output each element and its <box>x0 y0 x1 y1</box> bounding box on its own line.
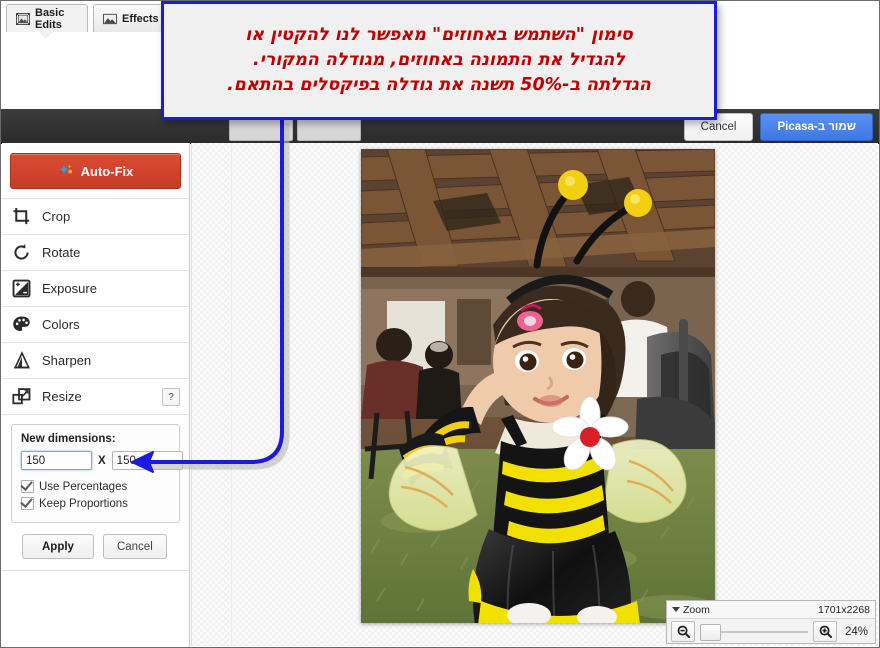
crop-icon <box>13 207 30 225</box>
image-frame-icon <box>16 12 30 25</box>
magnifier-plus-icon <box>819 625 832 638</box>
zoom-out-button[interactable] <box>671 621 695 642</box>
sidebar-item-resize[interactable]: Resize ? <box>2 379 189 415</box>
bee-costume-toddler-image <box>361 149 715 623</box>
use-percentages-label: Use Percentages <box>39 480 128 493</box>
width-input[interactable] <box>21 451 92 470</box>
zoom-label: Zoom <box>683 603 710 616</box>
sidebar-item-rotate[interactable]: Rotate <box>2 235 189 271</box>
use-percentages-checkbox[interactable] <box>21 480 34 493</box>
zoom-widget-body: 24% <box>667 619 875 644</box>
sidebar-item-crop-label: Crop <box>42 209 71 224</box>
sidebar-item-rotate-label: Rotate <box>42 245 81 260</box>
save-to-picasa-button[interactable]: שמור ב-Picasa <box>760 113 873 141</box>
resize-options-panel: New dimensions: X Use Percentages Keep P… <box>11 424 183 523</box>
cancel-button-resize[interactable]: Cancel <box>102 534 167 559</box>
use-percentages-row[interactable]: Use Percentages <box>21 478 170 495</box>
rotate-ccw-icon <box>14 244 29 260</box>
photo-canvas[interactable]: Zoom 1701x2268 24% <box>191 143 878 646</box>
keep-proportions-label: Keep Proportions <box>39 497 128 510</box>
image-dimensions-label: 1701x2268 <box>818 603 870 616</box>
keep-proportions-checkbox[interactable] <box>21 497 34 510</box>
canvas-left-rail <box>191 143 192 646</box>
zoom-slider[interactable] <box>700 622 808 641</box>
auto-fix-button[interactable]: Auto-Fix <box>10 153 181 189</box>
exposure-icon <box>12 279 31 298</box>
active-tab-pointer <box>39 32 53 39</box>
sidebar-item-sharpen-label: Sharpen <box>42 353 92 368</box>
dimension-separator: X <box>98 454 106 467</box>
sidebar-item-sharpen[interactable]: Sharpen <box>2 343 189 379</box>
tab-basic-edits[interactable]: Basic Edits <box>6 4 88 32</box>
editing-tools-sidebar: Auto-Fix Crop Rotate Exposure Colors Sha… <box>2 143 190 647</box>
annotation-callout: סימון "השתמש באחוזים" מאפשר לנו להקטין א… <box>161 1 717 120</box>
annotation-callout-text: סימון "השתמש באחוזים" מאפשר לנו להקטין א… <box>227 25 651 95</box>
sidebar-item-crop[interactable]: Crop <box>2 199 189 235</box>
zoom-percent-label: 24% <box>844 625 868 638</box>
height-input[interactable] <box>111 451 183 470</box>
picasa-photo-editor-window: Basic Edits Effects Cancel שמור ב-Picasa… <box>0 0 880 648</box>
tool-menu-list: Crop Rotate Exposure Colors Sharpen Resi… <box>2 198 189 415</box>
canvas-inner-rail <box>231 143 232 646</box>
sidebar-item-colors[interactable]: Colors <box>2 307 189 343</box>
dimension-inputs-row: X <box>21 451 183 470</box>
zoom-widget-title-group: Zoom <box>672 604 710 616</box>
sharpen-icon <box>13 351 30 369</box>
tab-effects[interactable]: Effects <box>93 4 163 32</box>
sidebar-item-exposure[interactable]: Exposure <box>2 271 189 307</box>
apply-button[interactable]: Apply <box>22 534 94 559</box>
zoom-widget-header[interactable]: Zoom 1701x2268 <box>667 601 875 619</box>
picture-icon <box>103 13 117 24</box>
keep-proportions-row[interactable]: Keep Proportions <box>21 495 170 512</box>
sidebar-item-resize-label: Resize <box>42 389 82 404</box>
chevron-down-icon[interactable] <box>672 607 680 612</box>
zoom-in-button[interactable] <box>813 621 837 642</box>
photo-preview[interactable] <box>361 149 715 623</box>
magnifier-minus-icon <box>677 625 690 638</box>
sidebar-item-colors-label: Colors <box>42 317 80 332</box>
tab-basic-edits-label: Basic Edits <box>35 6 65 31</box>
tab-effects-label: Effects <box>122 12 159 25</box>
resize-help-button[interactable]: ? <box>162 388 180 406</box>
resize-icon <box>12 388 31 405</box>
palette-icon <box>13 316 30 332</box>
sidebar-item-exposure-label: Exposure <box>42 281 97 296</box>
resize-actions-row: Apply Cancel <box>22 534 189 559</box>
magic-wand-sparkle-icon <box>59 164 72 174</box>
auto-fix-label: Auto-Fix <box>80 163 134 179</box>
zoom-control-widget: Zoom 1701x2268 24% <box>666 600 876 644</box>
new-dimensions-label: New dimensions: <box>21 433 116 445</box>
zoom-slider-thumb[interactable] <box>700 624 721 641</box>
sidebar-divider <box>2 570 189 571</box>
